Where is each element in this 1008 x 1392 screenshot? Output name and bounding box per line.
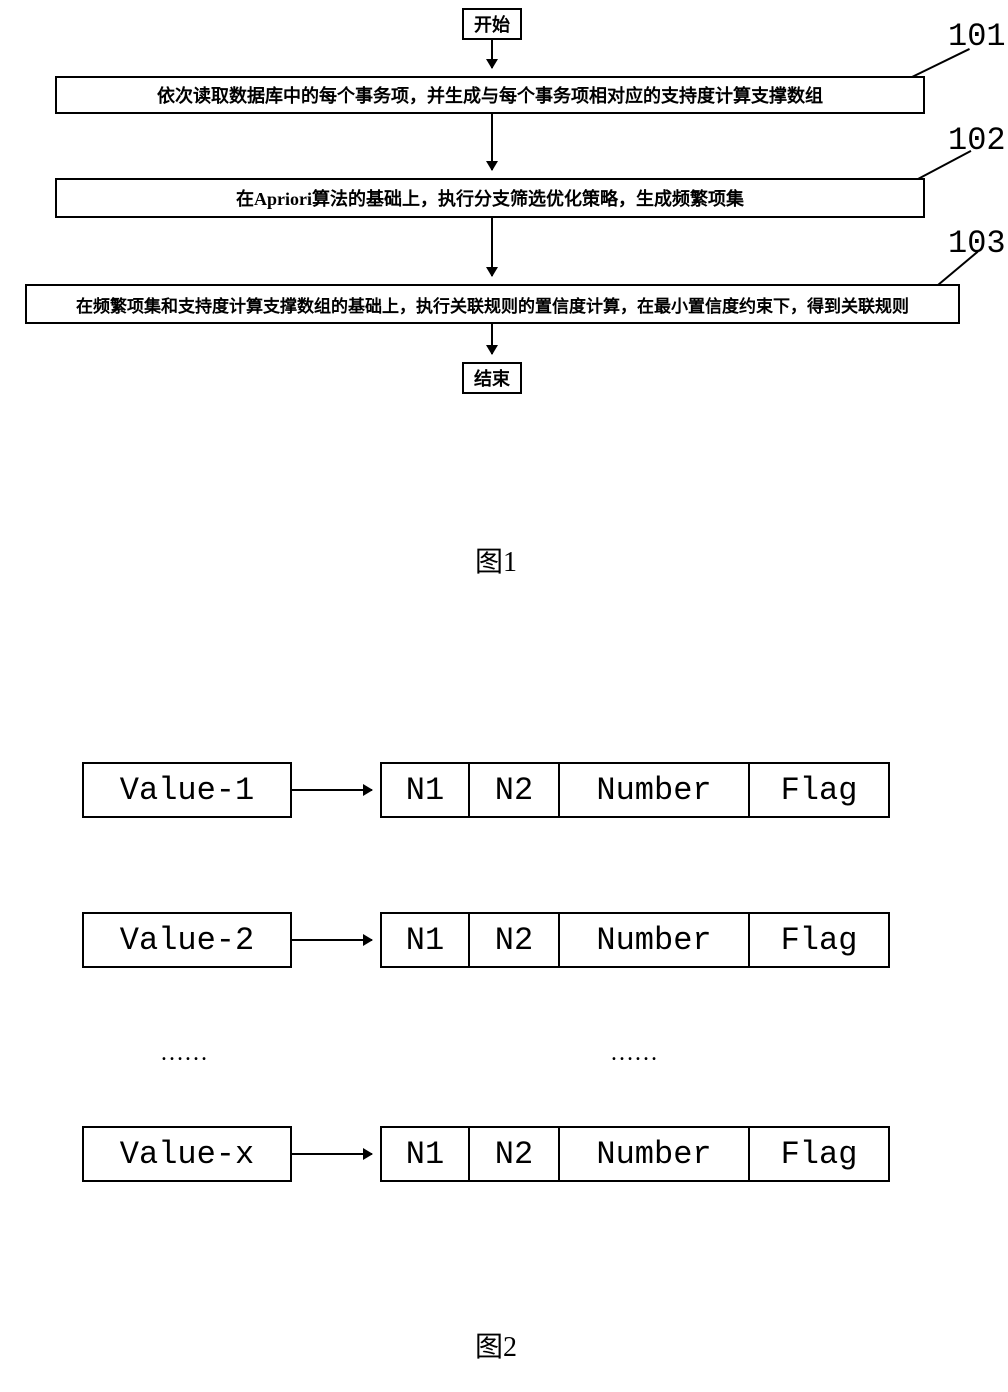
fields-row-1: N1 N2 Number Flag [380,762,890,818]
value-2-text: Value-2 [120,922,254,959]
callout-102-label: 102 [948,122,1006,159]
flag-cell-2: Flag [750,912,890,968]
fig2-caption: 图2 [475,1325,517,1365]
start-label: 开始 [474,11,510,37]
arrow-1 [491,40,493,68]
start-box: 开始 [462,8,522,40]
step-102-box: 在Apriori算法的基础上，执行分支筛选优化策略，生成频繁项集 [55,178,925,218]
end-box: 结束 [462,362,522,394]
value-2-box: Value-2 [82,912,292,968]
n2-cell-1: N2 [470,762,560,818]
arrow-row1 [292,789,372,791]
fields-row-x: N1 N2 Number Flag [380,1126,890,1182]
step-101-text: 依次读取数据库中的每个事务项，并生成与每个事务项相对应的支持度计算支撑数组 [157,82,823,108]
step-103-box: 在频繁项集和支持度计算支撑数组的基础上，执行关联规则的置信度计算，在最小置信度约… [25,284,960,324]
end-label: 结束 [474,365,510,391]
n1-cell-2: N1 [380,912,470,968]
arrow-row2 [292,939,372,941]
arrow-3 [491,218,493,276]
flag-cell-x: Flag [750,1126,890,1182]
step-103-text: 在频繁项集和支持度计算支撑数组的基础上，执行关联规则的置信度计算，在最小置信度约… [76,292,909,317]
arrow-rowx [292,1153,372,1155]
value-1-box: Value-1 [82,762,292,818]
number-cell-1: Number [560,762,750,818]
value-1-text: Value-1 [120,772,254,809]
arrow-2 [491,114,493,170]
fig1-caption: 图1 [475,540,517,580]
value-x-box: Value-x [82,1126,292,1182]
step-101-box: 依次读取数据库中的每个事务项，并生成与每个事务项相对应的支持度计算支撑数组 [55,76,925,114]
n2-cell-x: N2 [470,1126,560,1182]
n2-cell-2: N2 [470,912,560,968]
callout-101-label: 101 [948,18,1006,55]
value-x-text: Value-x [120,1136,254,1173]
n1-cell-x: N1 [380,1126,470,1182]
flag-cell-1: Flag [750,762,890,818]
fields-row-2: N1 N2 Number Flag [380,912,890,968]
arrow-4 [491,324,493,354]
number-cell-x: Number [560,1126,750,1182]
number-cell-2: Number [560,912,750,968]
step-102-text: 在Apriori算法的基础上，执行分支筛选优化策略，生成频繁项集 [236,185,744,211]
n1-cell-1: N1 [380,762,470,818]
ellipsis-left: …… [160,1040,208,1067]
ellipsis-right: …… [610,1040,658,1067]
callout-103-label: 103 [948,225,1006,262]
